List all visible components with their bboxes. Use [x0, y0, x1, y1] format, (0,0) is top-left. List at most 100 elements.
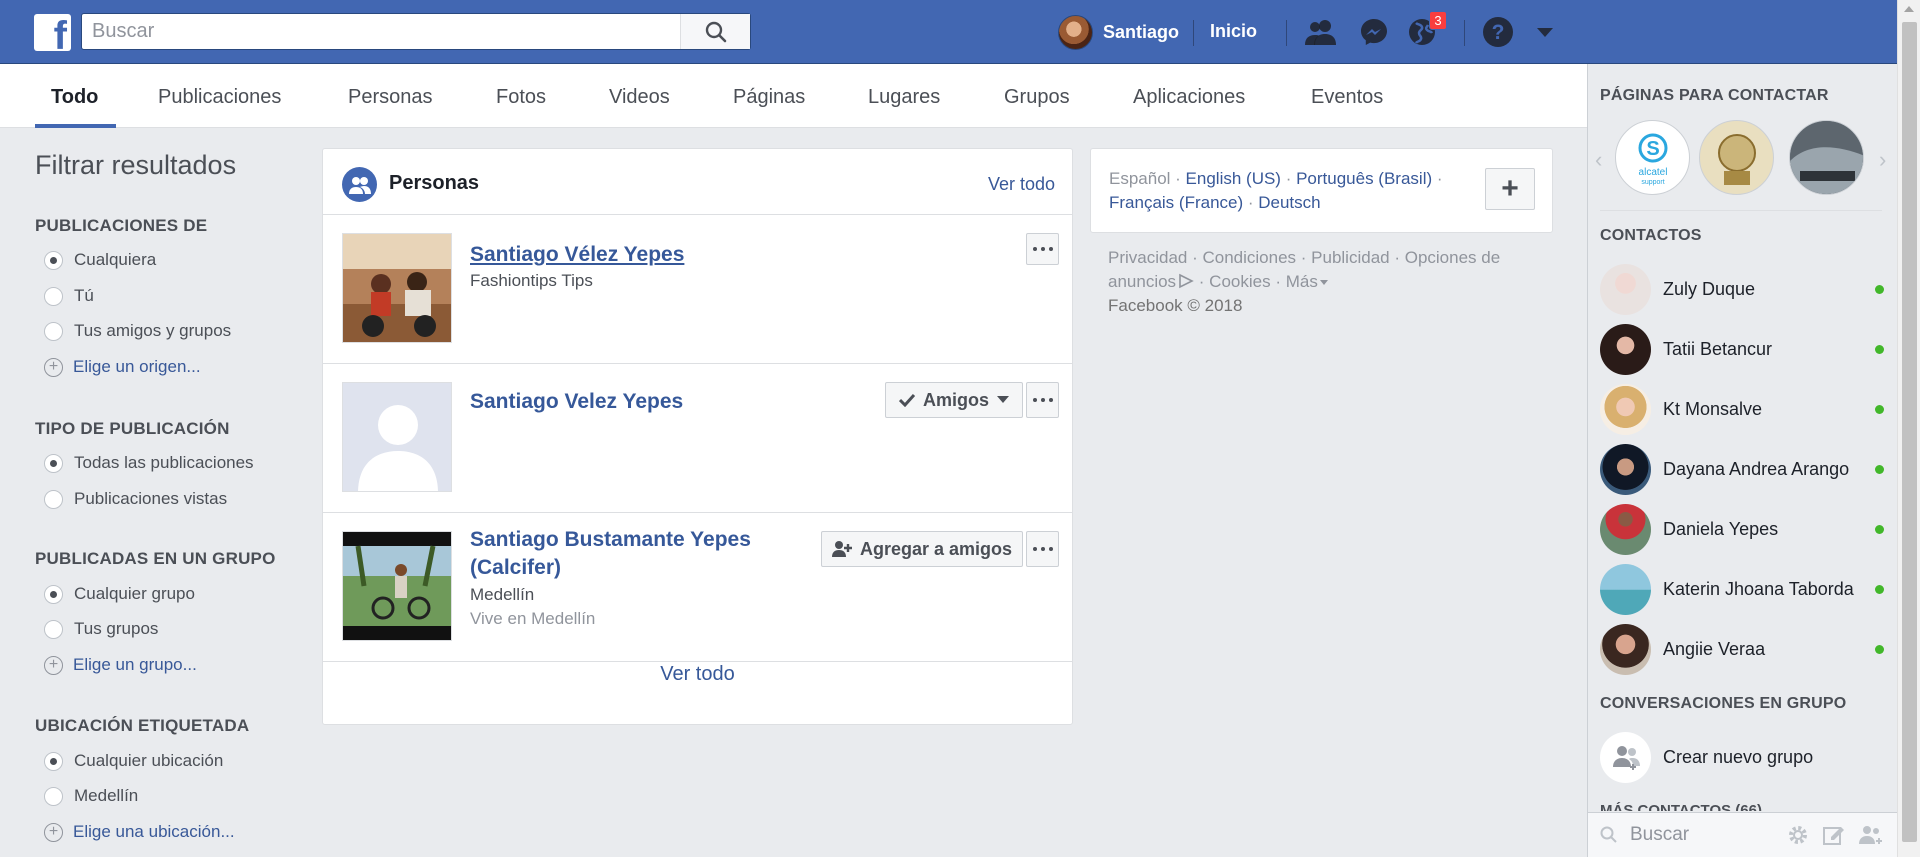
search-button[interactable] [680, 14, 750, 49]
filters-title: Filtrar resultados [35, 150, 237, 180]
home-link[interactable]: Inicio [1210, 21, 1257, 42]
contact-item[interactable]: Kt Monsalve [1600, 383, 1890, 435]
person-name-link[interactable]: Santiago Velez Yepes [470, 388, 683, 416]
caret-down-icon [1319, 280, 1328, 285]
avatar [1600, 263, 1651, 315]
page-scrollbar[interactable] [1897, 0, 1920, 857]
add-friend-button[interactable]: Agregar a amigos [821, 531, 1023, 567]
tab-eventos[interactable]: Eventos [1311, 86, 1383, 109]
help-icon[interactable]: ? [1480, 14, 1516, 50]
account-menu-chevron-down-icon[interactable] [1527, 14, 1563, 50]
tab-todo[interactable]: Todo [51, 86, 98, 109]
person-detail: Medellín [470, 585, 535, 604]
radio-selected[interactable] [44, 453, 63, 473]
page-avatar[interactable]: S alcatel support [1615, 120, 1690, 195]
online-status-dot [1875, 464, 1884, 474]
contact-name: Angiie Veraa [1663, 638, 1766, 659]
messenger-icon[interactable] [1356, 14, 1392, 50]
language-link[interactable]: English (US) [1186, 169, 1281, 188]
radio-selected[interactable] [44, 584, 63, 604]
tab-aplicaciones[interactable]: Aplicaciones [1133, 86, 1245, 109]
list-item: Santiago Velez Yepes Amigos [323, 364, 1072, 513]
more-options-button[interactable] [1026, 531, 1059, 567]
page-avatar[interactable] [1789, 120, 1864, 195]
create-group-button[interactable]: Crear nuevo grupo [1600, 731, 1890, 783]
friend-requests-icon[interactable] [1303, 14, 1339, 50]
choose-group-link[interactable]: + Elige un grupo... [44, 655, 197, 675]
add-group-icon[interactable] [1858, 823, 1884, 847]
language-link[interactable]: Deutsch [1258, 193, 1320, 212]
radio[interactable] [44, 321, 63, 341]
footer-link[interactable]: Privacidad [1108, 248, 1187, 267]
footer-link[interactable]: Condiciones [1202, 248, 1296, 267]
person-name-link[interactable]: Santiago Bustamante Yepes (Calcifer) [470, 526, 751, 582]
footer-link[interactable]: Publicidad [1311, 248, 1389, 267]
language-link[interactable]: Français (France) [1109, 193, 1243, 212]
radio-selected[interactable] [44, 751, 63, 771]
radio[interactable] [44, 489, 63, 509]
filter-option[interactable]: Publicaciones vistas [44, 489, 227, 509]
contact-item[interactable]: Zuly Duque [1600, 263, 1890, 315]
contact-item[interactable]: Katerin Jhoana Taborda [1600, 563, 1890, 615]
filter-option-label: Tus grupos [74, 619, 159, 638]
compose-icon[interactable] [1822, 823, 1846, 847]
see-all-link[interactable]: Ver todo [988, 174, 1055, 195]
radio-selected[interactable] [44, 250, 63, 270]
scroll-up-arrow-icon[interactable] [1904, 6, 1914, 12]
search-input[interactable] [82, 14, 680, 49]
filter-option[interactable]: Medellín [44, 786, 138, 806]
radio[interactable] [44, 786, 63, 806]
tab-paginas[interactable]: Páginas [733, 86, 805, 109]
page-avatar[interactable] [1699, 120, 1774, 195]
person-name-link[interactable]: Santiago Vélez Yepes [470, 241, 684, 269]
contact-item[interactable]: Dayana Andrea Arango [1600, 443, 1890, 495]
filter-option[interactable]: Tú [44, 286, 94, 306]
radio[interactable] [44, 286, 63, 306]
scrollbar-thumb[interactable] [1902, 22, 1917, 842]
add-circle-icon: + [44, 655, 63, 675]
contact-item[interactable]: Tatii Betancur [1600, 323, 1890, 375]
profile-link[interactable]: Santiago [1058, 14, 1179, 50]
friends-dropdown-button[interactable]: Amigos [885, 382, 1023, 418]
chat-sidebar: PÁGINAS PARA CONTACTAR ‹ S alcatel suppo… [1587, 64, 1898, 857]
profile-photo[interactable] [342, 531, 452, 641]
chat-search-bar[interactable]: Buscar [1588, 812, 1898, 857]
add-language-button[interactable]: + [1485, 168, 1535, 210]
choose-location-link[interactable]: + Elige una ubicación... [44, 822, 235, 842]
contact-item[interactable]: Daniela Yepes [1600, 503, 1890, 555]
choose-source-link[interactable]: + Elige un origen... [44, 357, 201, 377]
profile-photo[interactable] [342, 382, 452, 492]
avatar [1600, 503, 1651, 555]
tab-lugares[interactable]: Lugares [868, 86, 940, 109]
contact-item[interactable]: Angiie Veraa [1600, 623, 1890, 675]
filter-option[interactable]: Cualquier ubicación [44, 751, 223, 771]
tab-grupos[interactable]: Grupos [1004, 86, 1070, 109]
profile-photo[interactable] [342, 233, 452, 343]
facebook-logo-icon[interactable]: f [34, 14, 71, 51]
tab-publicaciones[interactable]: Publicaciones [158, 86, 281, 109]
people-results-card: Personas Ver todo Santiago Vélez Yepes F… [322, 148, 1073, 725]
card-header: Personas Ver todo [323, 149, 1072, 215]
filter-option-label: Tus amigos y grupos [74, 321, 232, 340]
more-options-button[interactable] [1026, 233, 1059, 265]
tab-videos[interactable]: Videos [609, 86, 670, 109]
gear-icon[interactable] [1786, 823, 1810, 847]
tab-personas[interactable]: Personas [348, 86, 433, 109]
tab-fotos[interactable]: Fotos [496, 86, 546, 109]
more-options-button[interactable] [1026, 382, 1059, 418]
filter-option[interactable]: Cualquier grupo [44, 584, 195, 604]
footer-link[interactable]: Cookies [1209, 272, 1270, 291]
chat-search-input[interactable]: Buscar [1630, 824, 1786, 846]
filter-option[interactable]: Tus amigos y grupos [44, 321, 231, 341]
filter-option[interactable]: Tus grupos [44, 619, 158, 639]
chevron-right-icon[interactable]: › [1879, 147, 1886, 173]
footer-more-link[interactable]: Más [1286, 272, 1328, 291]
filter-option[interactable]: Todas las publicaciones [44, 453, 254, 473]
search-filter-tabs: Todo Publicaciones Personas Fotos Videos… [0, 64, 1587, 128]
radio[interactable] [44, 619, 63, 639]
see-all-footer-link[interactable]: Ver todo [323, 663, 1072, 686]
ad-choices-icon [1179, 273, 1194, 289]
chevron-left-icon[interactable]: ‹ [1595, 147, 1602, 173]
language-link[interactable]: Português (Brasil) [1296, 169, 1432, 188]
filter-option[interactable]: Cualquiera [44, 250, 156, 270]
